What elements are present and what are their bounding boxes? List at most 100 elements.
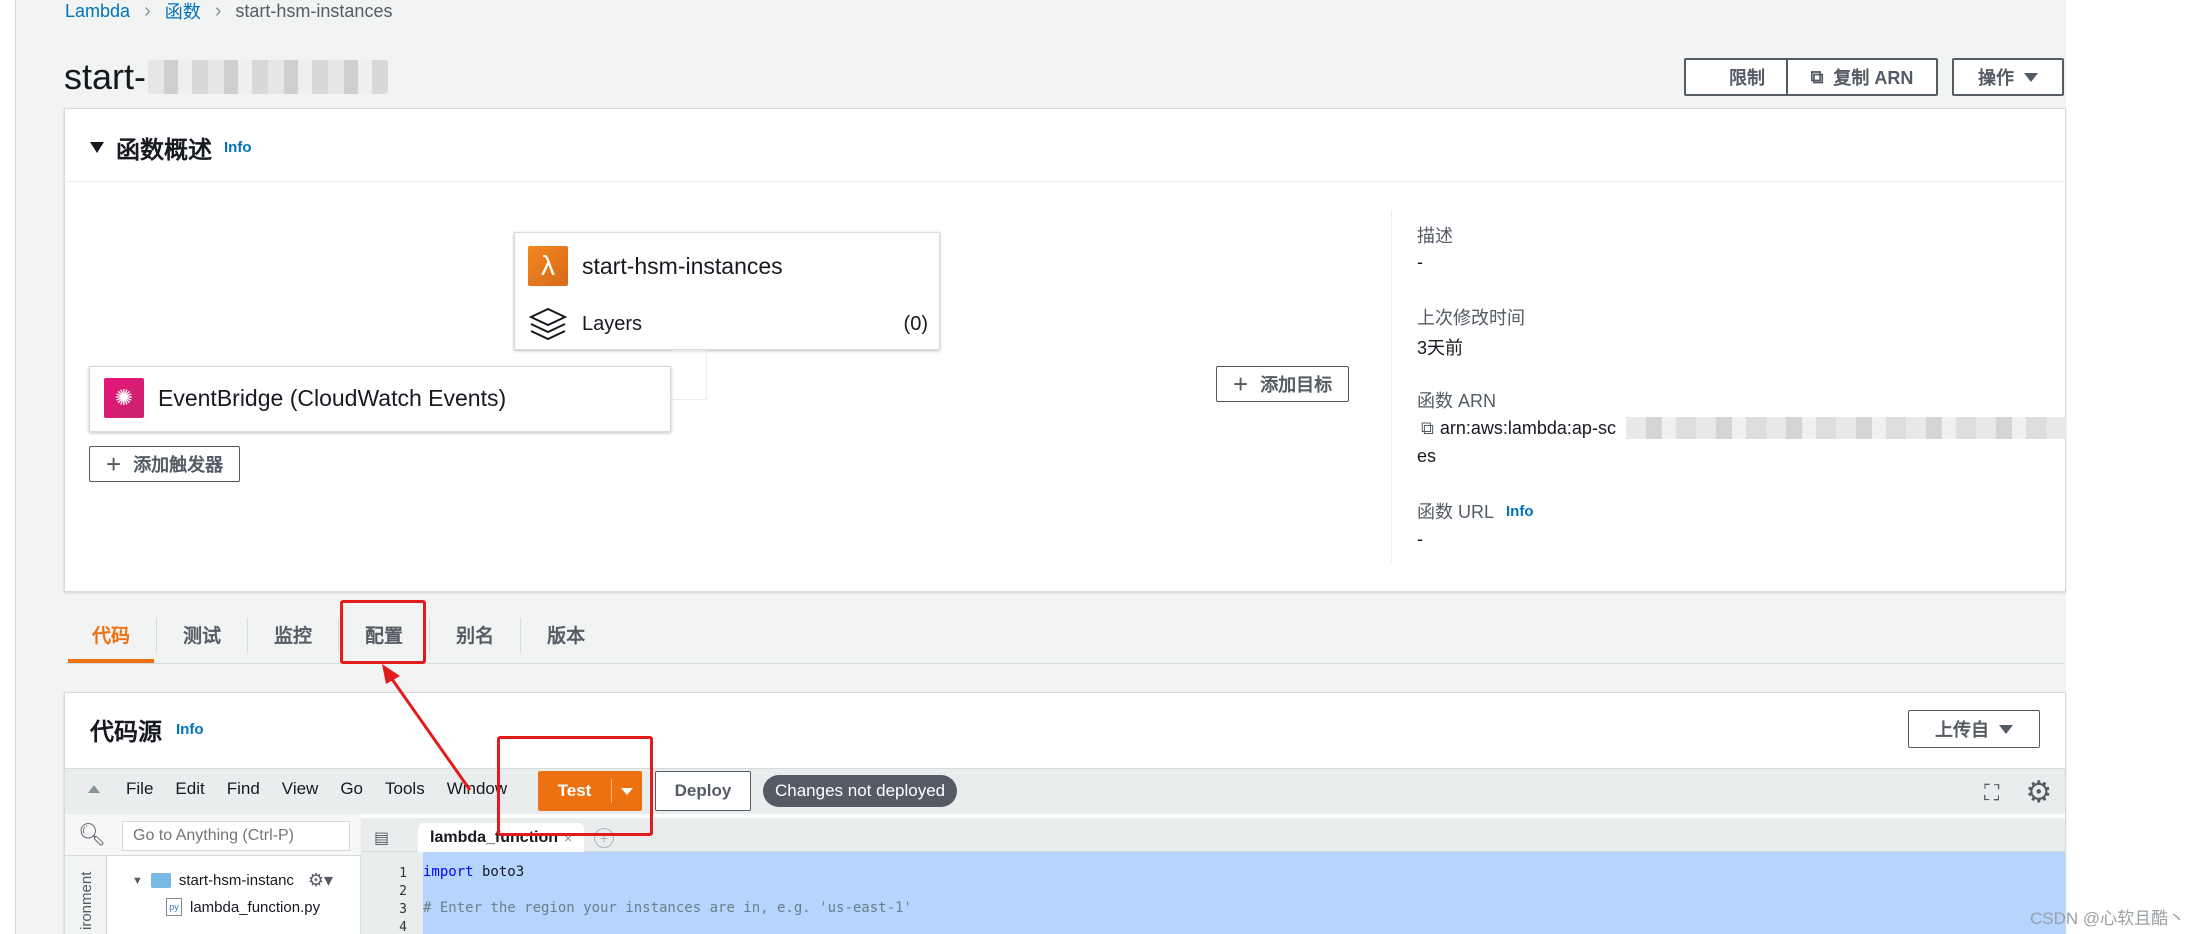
tree-file[interactable]: py lambda_function.py xyxy=(166,898,320,916)
status-badge: Changes not deployed xyxy=(763,775,958,807)
breadcrumb-current: start-hsm-instances xyxy=(235,0,393,21)
layers-count: (0) xyxy=(903,312,928,335)
function-arn-prefix: arn:aws:lambda:ap-sc xyxy=(1439,417,1616,438)
go-to-anything-input[interactable] xyxy=(122,821,350,851)
function-url-label: 函数 URL xyxy=(1417,502,1495,522)
layers-label: Layers xyxy=(582,312,643,335)
last-modified-value: 3天前 xyxy=(1417,338,1464,358)
trigger-name: EventBridge (CloudWatch Events) xyxy=(158,384,507,411)
caret-down-icon xyxy=(2024,72,2038,82)
add-destination-label: 添加目标 xyxy=(1260,375,1333,395)
plus-icon: + xyxy=(1233,369,1249,399)
function-card-title: λ start-hsm-instances xyxy=(528,246,783,286)
breadcrumb: Lambda › 函数 › start-hsm-instances xyxy=(65,0,392,22)
function-arn-label: 函数 ARN xyxy=(1417,391,1497,411)
menu-view[interactable]: View xyxy=(282,779,319,799)
vertical-divider xyxy=(1391,210,1392,562)
fullscreen-icon[interactable]: ⛶ xyxy=(1984,780,1999,806)
code-editor[interactable] xyxy=(423,852,2065,934)
panel-toggle-icon[interactable]: ▤ xyxy=(374,828,389,848)
redacted-region xyxy=(1625,417,2066,439)
code-text: boto3 xyxy=(473,864,525,880)
layers-icon xyxy=(528,307,568,341)
throttle-button-label: 限制 xyxy=(1729,68,1765,88)
copy-icon: ⧉ xyxy=(1810,66,1824,87)
plus-icon: + xyxy=(106,449,122,479)
tree-expand-icon[interactable]: ▼ xyxy=(132,875,143,887)
menu-go[interactable]: Go xyxy=(340,779,363,799)
menu-find[interactable]: Find xyxy=(227,779,260,799)
side-rail xyxy=(0,0,16,934)
copy-arn-button[interactable]: ⧉ 复制 ARN xyxy=(1786,58,1938,96)
function-url-label-row: 函数 URL Info xyxy=(1417,498,1534,524)
function-name: start-hsm-instances xyxy=(582,252,783,279)
file-name: lambda_function.py xyxy=(190,898,321,916)
environment-tab-label: ironment xyxy=(78,871,95,930)
function-arn-value: ⧉ arn:aws:lambda:ap-sc xyxy=(1421,417,2066,439)
lambda-icon: λ xyxy=(528,246,568,286)
right-blank-area xyxy=(2066,0,2211,934)
upload-from-dropdown[interactable]: 上传自 xyxy=(1908,710,2040,748)
collapse-up-icon[interactable] xyxy=(88,785,100,793)
add-destination-button[interactable]: + 添加目标 xyxy=(1216,366,1350,402)
line-number: 4 xyxy=(399,920,407,934)
chevron-right-icon: › xyxy=(144,0,151,22)
breadcrumb-lambda[interactable]: Lambda xyxy=(65,1,130,22)
caret-down-icon xyxy=(1999,724,2013,734)
gear-icon[interactable]: ⚙ xyxy=(2025,775,2052,810)
menu-file[interactable]: File xyxy=(126,779,153,799)
gear-icon[interactable]: ⚙▾ xyxy=(308,870,333,891)
page-title: start- xyxy=(64,56,389,98)
collapse-triangle-icon[interactable] xyxy=(90,142,104,153)
watermark: CSDN @心软且酷丶 xyxy=(2030,909,2186,928)
copy-arn-button-label: 复制 ARN xyxy=(1833,68,1914,88)
line-number: 3 xyxy=(399,902,407,917)
code-source-header: 代码源 Info xyxy=(90,712,204,747)
function-arn-suffix: es xyxy=(1417,446,1437,466)
tab-aliases[interactable]: 别名 xyxy=(429,617,520,652)
line-number: 1 xyxy=(399,866,407,881)
tab-test[interactable]: 测试 xyxy=(156,617,247,652)
trigger-card-title: ✺ EventBridge (CloudWatch Events) xyxy=(104,378,506,418)
code-keyword: import xyxy=(423,864,474,880)
redacted-region xyxy=(148,60,389,94)
ide-tool-icons: ⛶ ⚙ xyxy=(1984,775,2052,810)
code-comment: # Enter the region your instances are in… xyxy=(423,900,912,916)
add-trigger-button[interactable]: + 添加触发器 xyxy=(89,446,241,482)
menu-edit[interactable]: Edit xyxy=(175,779,204,799)
trigger-connector xyxy=(671,350,707,400)
tab-versions[interactable]: 版本 xyxy=(520,617,611,652)
code-line: import boto3 xyxy=(423,864,524,880)
last-modified-label: 上次修改时间 xyxy=(1417,308,1525,328)
layers-row[interactable]: Layers (0) xyxy=(528,306,928,342)
tab-monitor[interactable]: 监控 xyxy=(247,617,338,652)
eventbridge-icon: ✺ xyxy=(104,378,144,418)
tab-code[interactable]: 代码 xyxy=(66,618,156,652)
actions-dropdown-label: 操作 xyxy=(1978,68,2014,88)
code-source-title: 代码源 xyxy=(90,719,162,746)
upload-from-label: 上传自 xyxy=(1935,720,1989,740)
info-link[interactable]: Info xyxy=(224,139,252,156)
copy-icon[interactable]: ⧉ xyxy=(1421,418,1434,439)
actions-dropdown[interactable]: 操作 xyxy=(1952,58,2064,96)
info-link[interactable]: Info xyxy=(176,721,204,738)
divider xyxy=(64,181,2066,182)
description-value: - xyxy=(1417,252,1423,272)
deploy-button[interactable]: Deploy xyxy=(655,771,751,811)
annotation-arrow xyxy=(382,664,472,791)
search-icon: 🔍︎ xyxy=(78,822,106,847)
folder-icon xyxy=(150,873,171,888)
info-link[interactable]: Info xyxy=(1506,503,1534,520)
folder-name: start-hsm-instanc xyxy=(178,872,294,889)
active-tab-indicator xyxy=(68,659,154,663)
line-number: 2 xyxy=(399,884,407,899)
function-overview-title: 函数概述 xyxy=(116,137,212,164)
highlight-box-test xyxy=(497,736,653,836)
breadcrumb-functions[interactable]: 函数 xyxy=(165,0,201,24)
description-label: 描述 xyxy=(1417,226,1453,246)
function-overview-header[interactable]: 函数概述 Info xyxy=(90,130,252,165)
python-file-icon: py xyxy=(166,898,182,916)
tree-folder[interactable]: ▼ start-hsm-instanc ⚙▾ xyxy=(132,870,333,891)
page-title-text: start- xyxy=(64,56,147,97)
function-url-value: - xyxy=(1417,529,1423,549)
